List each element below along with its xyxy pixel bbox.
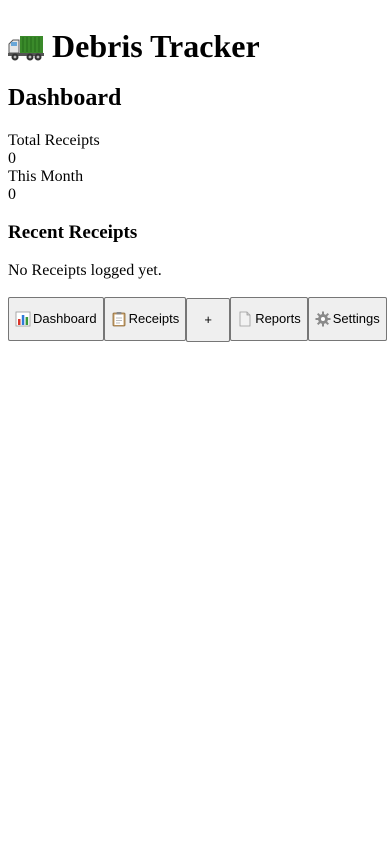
nav-reports-button[interactable]: Reports (230, 296, 308, 341)
stat-total-label: Total Receipts (8, 131, 100, 149)
document-icon (237, 311, 253, 327)
stat-month-value: 0 (8, 185, 16, 203)
nav-settings-label: Settings (332, 311, 380, 327)
nav-receipts-button[interactable]: Receipts (103, 296, 187, 341)
truck-icon (8, 32, 44, 62)
stat-month-label: This Month (8, 167, 84, 185)
page-title: Dashboard (8, 85, 122, 112)
nav-dashboard-label: Dashboard (33, 311, 97, 327)
nav-receipts-label: Receipts (128, 311, 180, 327)
gear-icon (315, 311, 331, 327)
nav-settings-button[interactable]: Settings (307, 296, 387, 341)
nav-dashboard-button[interactable]: Dashboard (8, 296, 104, 341)
app-title: Debris Tracker (8, 28, 382, 64)
nav-reports-label: Reports (255, 311, 301, 327)
add-receipt-label: + (204, 312, 212, 328)
bottom-nav: Dashboard Receipts + Reports Settings (8, 296, 387, 342)
bar-chart-icon (15, 311, 31, 327)
stat-total-value: 0 (8, 149, 16, 167)
add-receipt-button[interactable]: + (186, 297, 231, 342)
recent-receipts-heading: Recent Receipts (8, 221, 138, 243)
app-title-text: Debris Tracker (52, 28, 260, 64)
clipboard-icon (111, 311, 127, 327)
empty-state-message: No Receipts logged yet. (8, 261, 162, 279)
